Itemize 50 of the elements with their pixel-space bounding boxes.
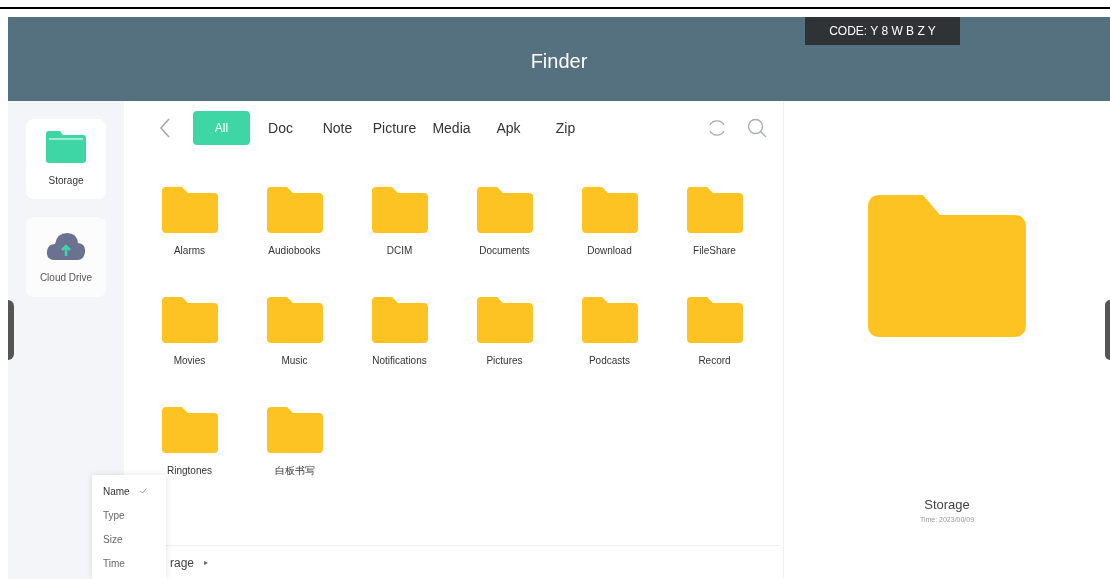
breadcrumb-separator: ▸ xyxy=(204,556,209,569)
sort-option[interactable]: Name xyxy=(103,483,166,499)
folder-item[interactable]: Movies xyxy=(137,277,242,369)
folder-item[interactable]: Ringtones xyxy=(137,387,242,479)
folder-icon xyxy=(476,297,533,343)
folder-item[interactable]: Audiobooks xyxy=(242,167,347,259)
folder-icon xyxy=(266,407,323,453)
folder-item[interactable]: Pictures xyxy=(452,277,557,369)
folder-icon xyxy=(371,297,428,343)
folder-icon xyxy=(868,195,1026,337)
folder-icon xyxy=(581,187,638,233)
folder-item[interactable]: Download xyxy=(557,167,662,259)
breadcrumb-path[interactable]: rage xyxy=(170,553,195,572)
sort-option[interactable]: Size xyxy=(103,531,166,547)
side-handle[interactable] xyxy=(1105,300,1110,360)
code-badge: CODE: Y 8 W B Z Y xyxy=(805,17,960,45)
folder-icon xyxy=(266,187,323,233)
folder-icon xyxy=(161,187,218,233)
details-name: Storage xyxy=(924,496,970,514)
filter-tab[interactable]: Media xyxy=(425,111,478,145)
folder-icon xyxy=(266,297,323,343)
window-title: Finder xyxy=(530,49,588,74)
folder-item[interactable]: 白板书写 xyxy=(242,387,347,479)
folder-item[interactable]: DCIM xyxy=(347,167,452,259)
filter-tab[interactable]: Picture xyxy=(368,111,421,145)
folder-item[interactable]: FileShare xyxy=(662,167,767,259)
sidebar-item[interactable]: Storage xyxy=(26,119,106,199)
sidebar-item[interactable]: Cloud Drive xyxy=(26,217,106,297)
folder-item[interactable]: Alarms xyxy=(137,167,242,259)
folder-icon xyxy=(686,187,743,233)
folder-item[interactable]: Podcasts xyxy=(557,277,662,369)
filter-tab[interactable]: Doc xyxy=(254,111,307,145)
folder-icon xyxy=(161,297,218,343)
filter-tab[interactable]: Note xyxy=(311,111,364,145)
folder-icon xyxy=(161,407,218,453)
folder-icon xyxy=(581,297,638,343)
folder-item[interactable]: Notifications xyxy=(347,277,452,369)
folder-icon xyxy=(476,187,533,233)
back-chevron-icon xyxy=(159,117,171,139)
filter-tab[interactable]: Apk xyxy=(482,111,535,145)
folder-item[interactable]: Documents xyxy=(452,167,557,259)
folder-item[interactable]: Record xyxy=(662,277,767,369)
sort-option[interactable]: Type xyxy=(103,507,166,523)
sort-option[interactable]: Time xyxy=(103,555,166,571)
filter-tab[interactable]: Zip xyxy=(539,111,592,145)
folder-item[interactable]: Music xyxy=(242,277,347,369)
folder-icon xyxy=(686,297,743,343)
side-handle[interactable] xyxy=(8,300,14,360)
folder-icon xyxy=(46,130,86,163)
folder-icon xyxy=(371,187,428,233)
